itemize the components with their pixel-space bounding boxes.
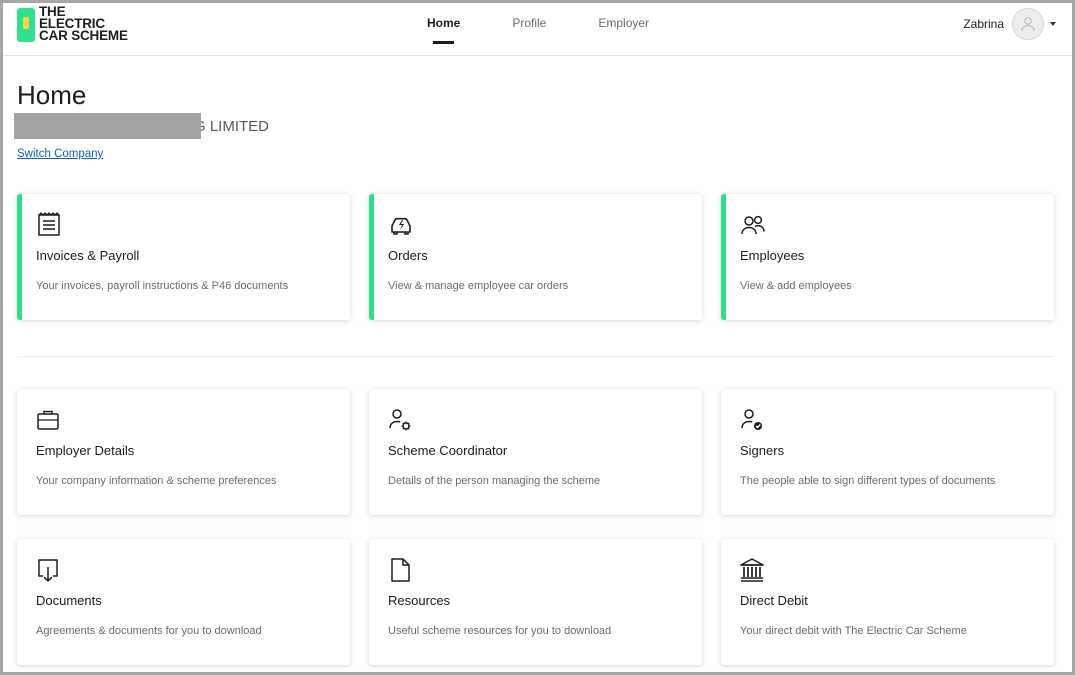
logo-line-3: CAR SCHEME xyxy=(39,28,128,43)
card-direct-debit[interactable]: Direct Debit Your direct debit with The … xyxy=(721,539,1054,665)
user-gear-icon xyxy=(389,409,411,431)
card-title: Employees xyxy=(740,248,805,263)
card-title: Direct Debit xyxy=(740,593,808,608)
nav-profile[interactable]: Profile xyxy=(506,3,552,56)
card-orders[interactable]: Orders View & manage employee car orders xyxy=(369,194,702,320)
user-check-icon xyxy=(741,409,762,430)
company-name-row: G LIMITED xyxy=(14,113,314,139)
user-avatar-icon xyxy=(1021,17,1035,32)
card-resources[interactable]: Resources Useful scheme resources for yo… xyxy=(369,539,702,665)
card-description: Agreements & documents for you to downlo… xyxy=(36,625,262,637)
card-description: View & add employees xyxy=(740,280,852,292)
receipt-icon xyxy=(38,212,60,236)
card-title: Employer Details xyxy=(36,443,135,458)
nav-employer[interactable]: Employer xyxy=(592,3,655,56)
card-employees[interactable]: Employees View & add employees xyxy=(721,194,1054,320)
electric-car-icon xyxy=(391,217,411,235)
section-divider xyxy=(17,356,1054,357)
avatar[interactable] xyxy=(1012,8,1044,40)
card-description: View & manage employee car orders xyxy=(388,280,569,292)
page-title: Home xyxy=(17,80,87,110)
card-title: Resources xyxy=(388,593,451,608)
logo[interactable]: THE ELECTRIC CAR SCHEME xyxy=(17,5,137,44)
app-window: THE ELECTRIC CAR SCHEME Home Profile Emp… xyxy=(0,0,1075,675)
bank-icon xyxy=(740,558,764,582)
card-description: The people able to sign different types … xyxy=(740,475,996,487)
briefcase-icon xyxy=(37,410,59,430)
card-description: Useful scheme resources for you to downl… xyxy=(388,625,612,637)
card-title: Signers xyxy=(740,443,785,458)
card-title: Orders xyxy=(388,248,428,263)
user-name: Zabrina xyxy=(963,17,1004,31)
logo-text: THE ELECTRIC CAR SCHEME xyxy=(39,5,128,43)
card-description: Details of the person managing the schem… xyxy=(388,475,601,487)
card-description: Your company information & scheme prefer… xyxy=(36,475,277,487)
users-icon xyxy=(741,215,765,235)
card-scheme-coordinator[interactable]: Scheme Coordinator Details of the person… xyxy=(369,389,702,515)
card-description: Your direct debit with The Electric Car … xyxy=(740,625,967,637)
chevron-down-icon[interactable] xyxy=(1050,22,1056,26)
card-invoices-payroll[interactable]: Invoices & Payroll Your invoices, payrol… xyxy=(17,194,350,320)
main-nav: Home Profile Employer xyxy=(421,3,695,56)
top-navigation-bar: THE ELECTRIC CAR SCHEME Home Profile Emp… xyxy=(3,3,1072,56)
card-employer-details[interactable]: Employer Details Your company informatio… xyxy=(17,389,350,515)
download-document-icon xyxy=(38,559,58,583)
card-documents[interactable]: Documents Agreements & documents for you… xyxy=(17,539,350,665)
nav-home[interactable]: Home xyxy=(421,3,466,56)
logo-mark xyxy=(17,8,35,42)
user-menu[interactable]: Zabrina xyxy=(963,7,1056,41)
card-title: Scheme Coordinator xyxy=(388,443,508,458)
card-signers[interactable]: Signers The people able to sign differen… xyxy=(721,389,1054,515)
file-icon xyxy=(391,558,410,582)
card-title: Documents xyxy=(36,593,102,608)
switch-company-link[interactable]: Switch Company xyxy=(17,148,103,160)
card-description: Your invoices, payroll instructions & P4… xyxy=(36,280,289,292)
redaction-block xyxy=(14,113,201,139)
card-title: Invoices & Payroll xyxy=(36,248,140,263)
